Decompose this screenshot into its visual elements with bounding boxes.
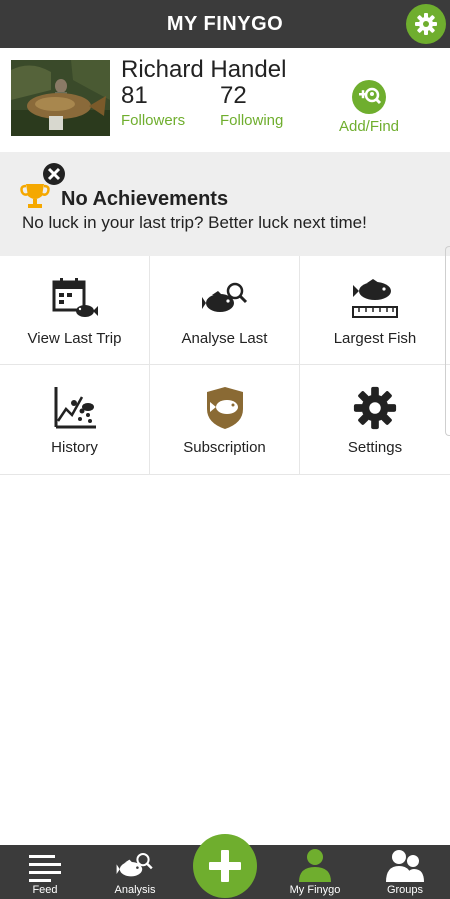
followers-count: 81: [121, 82, 148, 109]
fish-ruler-icon: [350, 276, 400, 322]
tile-analyse-last[interactable]: Analyse Last: [150, 256, 300, 365]
tile-label: Settings: [347, 439, 403, 456]
nav-label: Analysis: [114, 884, 156, 896]
scroll-edge[interactable]: [445, 246, 450, 436]
followers-label[interactable]: Followers: [121, 112, 185, 129]
following-count: 72: [220, 82, 247, 109]
nav-feed[interactable]: Feed: [0, 845, 90, 899]
tile-subscription[interactable]: Subscription: [150, 365, 300, 475]
tile-label: Largest Fish: [333, 330, 417, 347]
tile-label: Subscription: [183, 439, 266, 456]
add-person-search-icon: [352, 80, 386, 114]
achievements-subtitle: No luck in your last trip? Better luck n…: [22, 213, 367, 232]
tile-view-last-trip[interactable]: View Last Trip: [0, 256, 150, 365]
add-find-button[interactable]: Add/Find: [336, 80, 402, 135]
achievements-banner: No Achievements No luck in your last tri…: [0, 152, 450, 256]
fish-shield-icon: [200, 385, 250, 431]
tile-history[interactable]: History: [0, 365, 150, 475]
followers-stat[interactable]: 81 Followers: [121, 82, 185, 129]
trophy-icon: [20, 162, 66, 210]
nav-label: Feed: [32, 884, 58, 896]
gear-icon: [415, 13, 437, 35]
menu-grid: View Last Trip Analyse Last Largest Fish…: [0, 256, 450, 475]
lines-icon: [29, 855, 61, 882]
add-button[interactable]: [193, 834, 257, 898]
add-find-label: Add/Find: [338, 118, 400, 135]
following-label[interactable]: Following: [220, 112, 283, 129]
achievements-title: No Achievements: [61, 188, 229, 210]
tile-label: View Last Trip: [27, 330, 122, 347]
nav-analysis[interactable]: Analysis: [90, 845, 180, 899]
fish-magnifier-icon: [200, 276, 250, 322]
app-header: MY FINYGO: [0, 0, 450, 48]
page-title: MY FINYGO: [166, 12, 284, 35]
fish-magnifier-icon: [116, 853, 153, 877]
gear-icon: [350, 385, 400, 431]
nav-label: Groups: [386, 884, 424, 896]
nav-groups[interactable]: Groups: [360, 845, 450, 899]
chart-history-icon: [50, 385, 100, 431]
settings-button[interactable]: [406, 4, 446, 44]
nav-label: My Finygo: [289, 884, 341, 896]
group-icon: [386, 850, 424, 882]
profile-name: Richard Handel: [121, 56, 287, 83]
tile-label: Analyse Last: [181, 330, 268, 347]
person-icon: [299, 849, 331, 882]
tile-settings[interactable]: Settings: [300, 365, 450, 475]
plus-icon: [209, 850, 241, 882]
avatar[interactable]: [11, 60, 110, 136]
tile-label: History: [51, 439, 98, 456]
nav-my-finygo[interactable]: My Finygo: [270, 845, 360, 899]
avatar-photo: [11, 60, 110, 136]
following-stat[interactable]: 72 Following: [220, 82, 283, 129]
profile-section: Richard Handel 81 Followers 72 Following…: [0, 48, 450, 152]
calendar-fish-icon: [50, 276, 100, 322]
tile-largest-fish[interactable]: Largest Fish: [300, 256, 450, 365]
